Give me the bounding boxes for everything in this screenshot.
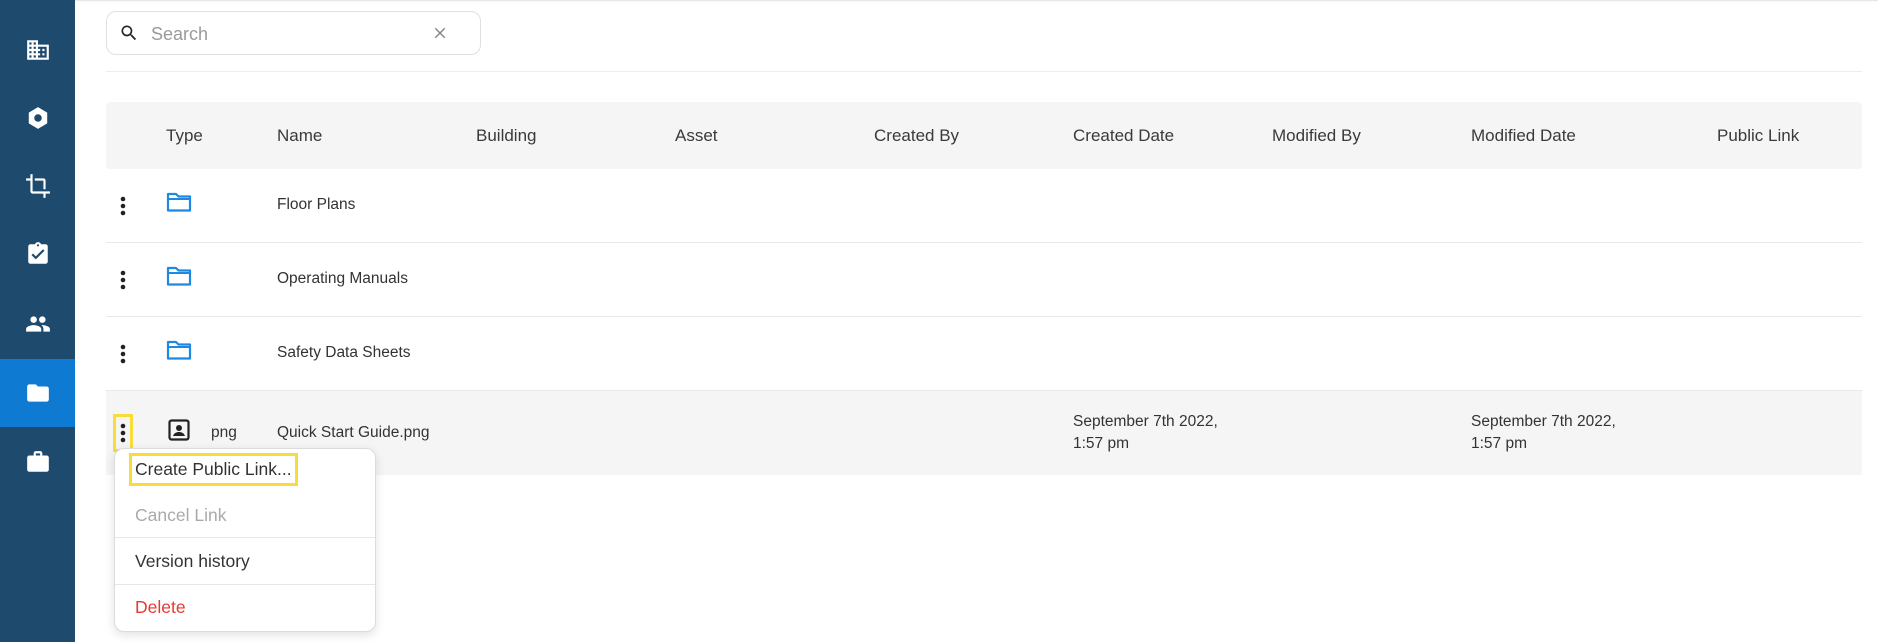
column-header-modified-by[interactable]: Modified By (1272, 126, 1361, 146)
nav-people[interactable] (0, 290, 75, 358)
context-menu: Create Public Link... Cancel Link Versio… (114, 448, 376, 632)
row-actions-button[interactable] (113, 339, 133, 369)
more-vertical-icon (120, 344, 126, 364)
crop-icon (25, 174, 50, 198)
documents-table: Type Name Building Asset Created By Crea… (106, 102, 1862, 475)
cancel-link-menu-item: Cancel Link (135, 505, 227, 525)
menu-divider (115, 584, 375, 585)
column-header-type[interactable]: Type (166, 126, 203, 146)
table-row[interactable]: Floor Plans (106, 169, 1862, 243)
hexagon-icon (28, 107, 47, 129)
row-actions-button[interactable] (113, 191, 133, 221)
clipboard-check-icon (27, 242, 48, 264)
row-actions-button[interactable] (113, 265, 133, 295)
more-vertical-icon (120, 270, 126, 290)
divider (106, 71, 1862, 72)
version-history-menu-item[interactable]: Version history (135, 551, 250, 572)
nav-buildings[interactable] (0, 16, 75, 84)
building-icon (26, 40, 49, 60)
row-name[interactable]: Quick Start Guide.png (277, 424, 430, 442)
row-name[interactable]: Floor Plans (277, 196, 355, 214)
search-box (106, 11, 481, 55)
image-file-icon (168, 419, 190, 441)
column-header-created-date[interactable]: Created Date (1073, 126, 1174, 146)
top-border (75, 0, 1878, 1)
column-header-modified-date[interactable]: Modified Date (1471, 126, 1576, 146)
table-header: Type Name Building Asset Created By Crea… (106, 102, 1862, 169)
folder-icon (26, 384, 49, 402)
more-vertical-icon (120, 196, 126, 216)
nav-documents[interactable] (0, 359, 75, 427)
search-icon (121, 25, 137, 41)
menu-divider (115, 537, 375, 538)
row-modified-date: September 7th 2022, 1:57 pm (1471, 413, 1616, 452)
table-row[interactable]: Safety Data Sheets (106, 317, 1862, 391)
folder-outline-icon (166, 266, 192, 286)
row-name[interactable]: Safety Data Sheets (277, 344, 411, 362)
close-icon[interactable] (431, 24, 449, 42)
row-actions-button[interactable] (113, 414, 133, 452)
column-header-asset[interactable]: Asset (675, 126, 718, 146)
column-header-name[interactable]: Name (277, 126, 322, 146)
create-public-link-menu-item[interactable]: Create Public Link... (129, 453, 298, 486)
folder-outline-icon (166, 192, 192, 212)
nav-work[interactable] (0, 428, 75, 496)
row-created-date: September 7th 2022, 1:57 pm (1073, 413, 1218, 452)
nav-tasks[interactable] (0, 220, 75, 288)
column-header-building[interactable]: Building (476, 126, 537, 146)
column-header-public-link[interactable]: Public Link (1717, 126, 1799, 146)
nav-assets[interactable] (0, 84, 75, 152)
row-type-label: png (211, 424, 237, 441)
briefcase-icon (26, 451, 49, 472)
search-input[interactable] (149, 18, 423, 50)
row-name[interactable]: Operating Manuals (277, 270, 408, 288)
more-vertical-icon (120, 423, 126, 443)
sidebar (0, 0, 75, 642)
column-header-created-by[interactable]: Created By (874, 126, 959, 146)
nav-floorplans[interactable] (0, 152, 75, 220)
folder-outline-icon (166, 340, 192, 360)
people-icon (25, 316, 50, 332)
table-row[interactable]: Operating Manuals (106, 243, 1862, 317)
delete-menu-item[interactable]: Delete (135, 597, 186, 618)
